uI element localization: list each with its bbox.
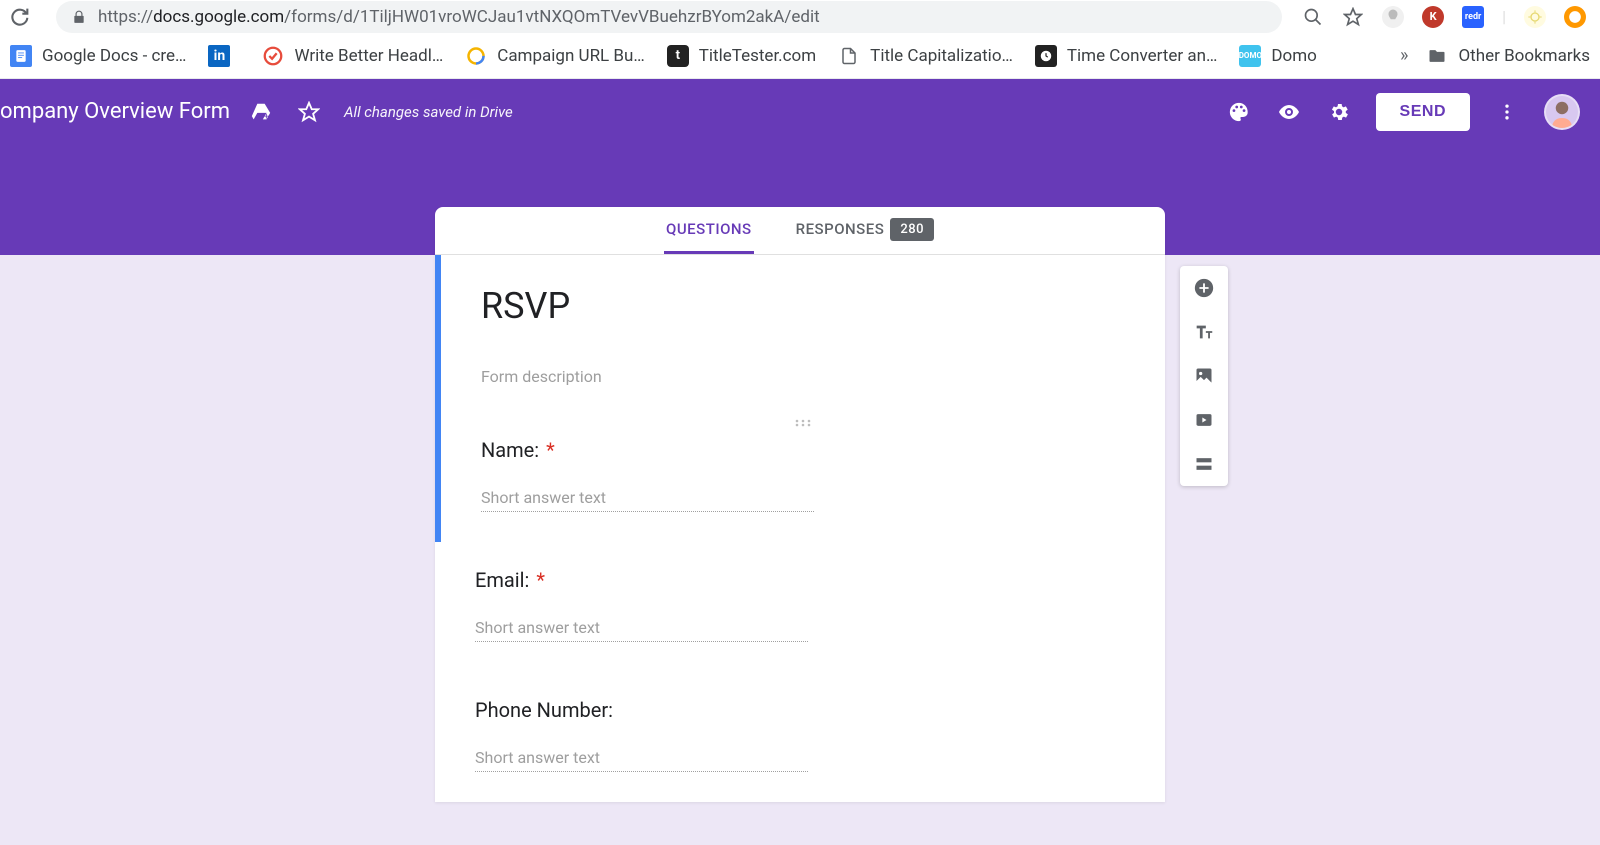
answer-placeholder: Short answer text [481, 488, 814, 512]
browser-actions: K redr | [1302, 6, 1586, 28]
tabs: QUESTIONS RESPONSES 280 [435, 207, 1165, 255]
form-header-section[interactable]: RSVP Form description [435, 255, 1165, 412]
send-button[interactable]: SEND [1376, 93, 1470, 131]
move-to-drive-icon[interactable]: + [248, 99, 274, 125]
form-editor: QUESTIONS RESPONSES 280 RSVP Form descrip… [435, 207, 1165, 802]
question-block[interactable]: Email: * Short answer text [435, 542, 1165, 672]
bookmark-item[interactable]: Title Capitalizatio… [838, 45, 1013, 67]
required-asterisk: * [536, 568, 545, 592]
bookmark-star-icon[interactable] [1342, 6, 1364, 28]
form-description[interactable]: Form description [481, 367, 1125, 386]
bookmark-item[interactable]: Write Better Headl… [262, 45, 443, 67]
bookmarks-bar: Google Docs - cre… in Write Better Headl… [0, 33, 1600, 79]
add-question-icon[interactable] [1192, 276, 1216, 300]
reload-icon[interactable] [8, 6, 30, 28]
bookmark-item[interactable]: in [208, 45, 240, 67]
answer-placeholder: Short answer text [475, 618, 808, 642]
save-status: All changes saved in Drive [344, 103, 513, 121]
settings-icon[interactable] [1326, 99, 1352, 125]
question-toolbar [1180, 266, 1228, 486]
bookmark-overflow-icon[interactable]: » [1400, 45, 1408, 66]
preview-icon[interactable] [1276, 99, 1302, 125]
tab-label: QUESTIONS [666, 220, 752, 238]
bookmark-item[interactable]: Google Docs - cre… [10, 45, 186, 67]
add-title-icon[interactable] [1192, 320, 1216, 344]
bookmark-label: Time Converter an… [1067, 46, 1217, 66]
form-name[interactable]: ompany Overview Form [0, 99, 230, 124]
bookmark-label: Domo [1271, 46, 1316, 66]
search-icon[interactable] [1302, 6, 1324, 28]
question-block[interactable]: Name: * Short answer text [435, 412, 1165, 542]
url-bar[interactable]: https://docs.google.com/forms/d/1TiljHW0… [56, 1, 1282, 33]
url-text: https://docs.google.com/forms/d/1TiljHW0… [98, 7, 820, 27]
bookmark-item[interactable]: Campaign URL Bu… [465, 45, 645, 67]
ext-icon-4[interactable] [1524, 6, 1546, 28]
ext-icon-3[interactable]: redr [1462, 6, 1484, 28]
answer-placeholder: Short answer text [475, 748, 808, 772]
question-block[interactable]: Phone Number: Short answer text [435, 672, 1165, 802]
add-section-icon[interactable] [1192, 452, 1216, 476]
ext-icon-1[interactable] [1382, 6, 1404, 28]
ext-icon-5[interactable] [1564, 6, 1586, 28]
question-label[interactable]: Name: * [481, 438, 1125, 462]
tab-questions[interactable]: QUESTIONS [664, 207, 754, 254]
tab-responses[interactable]: RESPONSES 280 [794, 207, 936, 254]
bookmark-item[interactable]: Time Converter an… [1035, 45, 1217, 67]
bookmark-label: Campaign URL Bu… [497, 46, 645, 66]
add-video-icon[interactable] [1192, 408, 1216, 432]
bookmark-label: Write Better Headl… [294, 46, 443, 66]
form-title[interactable]: RSVP [481, 285, 1125, 327]
question-label[interactable]: Phone Number: [475, 698, 1125, 722]
star-icon[interactable] [296, 99, 322, 125]
other-bookmarks-label: Other Bookmarks [1458, 46, 1590, 66]
bookmark-label: Google Docs - cre… [42, 46, 186, 66]
drag-handle-icon[interactable] [441, 418, 1165, 434]
svg-text:+: + [264, 112, 269, 122]
required-asterisk: * [546, 438, 555, 462]
lock-icon [72, 10, 86, 24]
ext-icon-2[interactable]: K [1422, 6, 1444, 28]
more-icon[interactable] [1494, 99, 1520, 125]
avatar[interactable] [1544, 94, 1580, 130]
bookmark-item[interactable]: tTitleTester.com [667, 45, 816, 67]
add-image-icon[interactable] [1192, 364, 1216, 388]
tab-label: RESPONSES [796, 220, 885, 238]
bookmark-label: TitleTester.com [699, 46, 816, 66]
palette-icon[interactable] [1226, 99, 1252, 125]
other-bookmarks[interactable]: Other Bookmarks [1426, 45, 1590, 67]
responses-badge: 280 [890, 218, 934, 241]
browser-address-bar: https://docs.google.com/forms/d/1TiljHW0… [0, 0, 1600, 33]
bookmark-item[interactable]: DOMODomo [1239, 45, 1316, 67]
question-label[interactable]: Email: * [475, 568, 1125, 592]
bookmark-label: Title Capitalizatio… [870, 46, 1013, 66]
